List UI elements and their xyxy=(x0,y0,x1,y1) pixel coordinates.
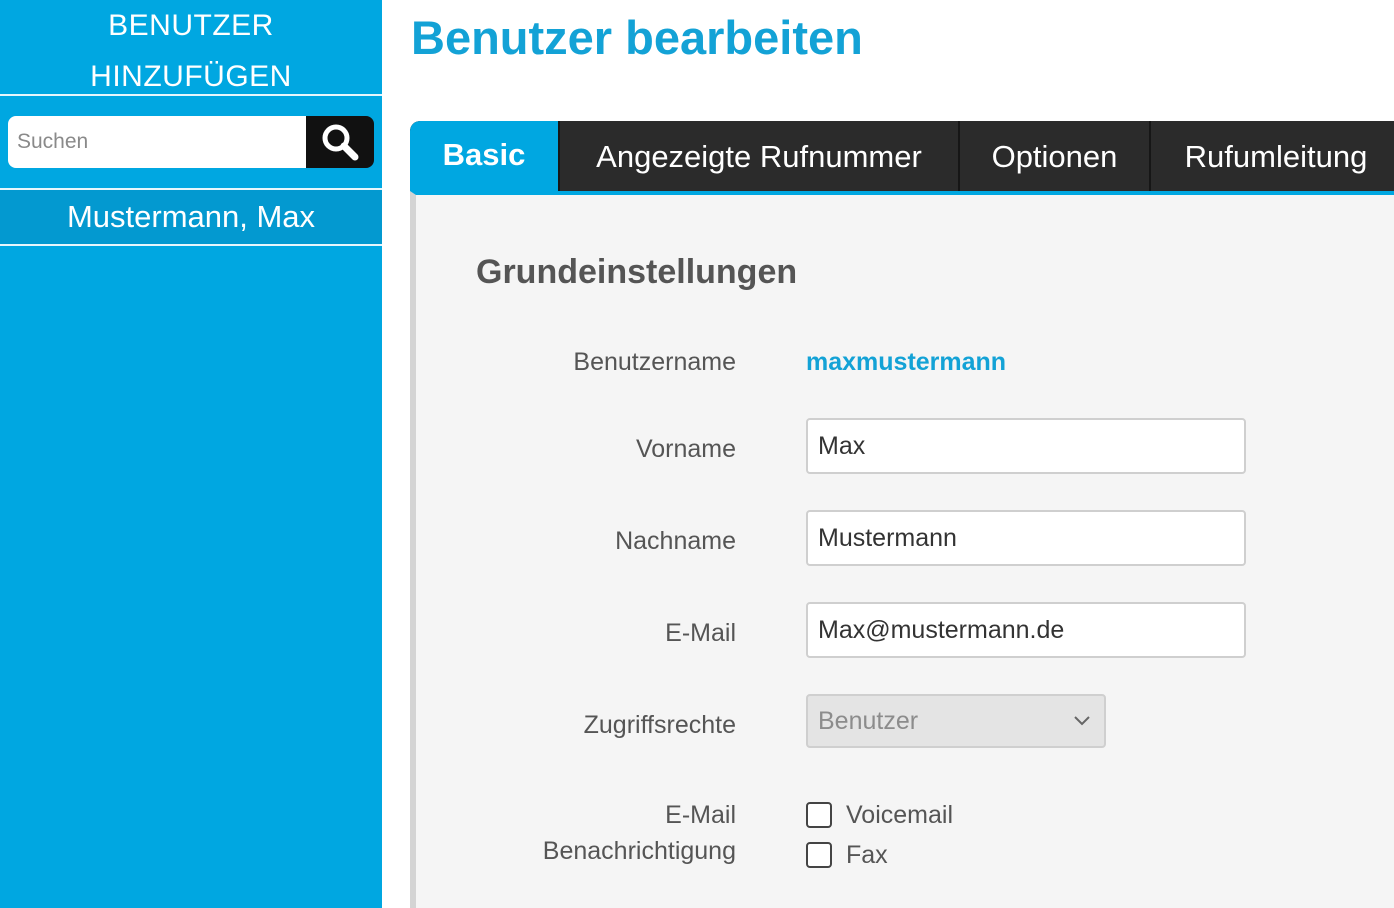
username-value: maxmustermann xyxy=(806,348,1007,376)
divider xyxy=(0,94,382,96)
tab-bar: Basic Angezeigte Rufnummer Optionen Rufu… xyxy=(410,121,1394,191)
search-bar xyxy=(8,116,374,168)
chevron-down-icon xyxy=(1074,716,1090,726)
tab-rufumleitung[interactable]: Rufumleitung xyxy=(1151,121,1394,191)
page-title: Benutzer bearbeiten xyxy=(411,11,863,64)
firstname-field[interactable] xyxy=(806,418,1246,474)
tab-basic[interactable]: Basic xyxy=(410,121,558,191)
lastname-label: Nachname xyxy=(615,527,736,555)
voicemail-checkbox[interactable] xyxy=(806,802,832,828)
add-user-label-line1: BENUTZER xyxy=(108,9,274,42)
username-label: Benutzername xyxy=(573,348,736,376)
lastname-field[interactable] xyxy=(806,510,1246,566)
divider xyxy=(0,244,382,246)
fax-checkbox[interactable] xyxy=(806,842,832,868)
add-user-button[interactable]: BENUTZER HINZUFÜGEN xyxy=(0,0,382,94)
section-title: Grundeinstellungen xyxy=(476,253,798,291)
notification-label-line1: E-Mail xyxy=(665,801,736,829)
access-select-value: Benutzer xyxy=(818,707,919,735)
sidebar: BENUTZER HINZUFÜGEN Mustermann, Max xyxy=(0,0,382,908)
access-select[interactable]: Benutzer xyxy=(806,694,1106,748)
tab-angezeigte-rufnummer[interactable]: Angezeigte Rufnummer xyxy=(560,121,958,191)
email-field[interactable] xyxy=(806,602,1246,658)
notification-label-line2: Benachrichtigung xyxy=(542,837,736,865)
search-input[interactable] xyxy=(8,116,306,168)
voicemail-label: Voicemail xyxy=(846,801,953,829)
search-icon xyxy=(322,124,359,161)
firstname-label: Vorname xyxy=(635,435,736,463)
access-label: Zugriffsrechte xyxy=(583,711,736,739)
user-list-item[interactable]: Mustermann, Max xyxy=(0,190,382,244)
search-button[interactable] xyxy=(306,116,374,168)
tab-optionen[interactable]: Optionen xyxy=(960,121,1149,191)
email-label: E-Mail xyxy=(665,619,736,647)
fax-label: Fax xyxy=(846,841,888,869)
